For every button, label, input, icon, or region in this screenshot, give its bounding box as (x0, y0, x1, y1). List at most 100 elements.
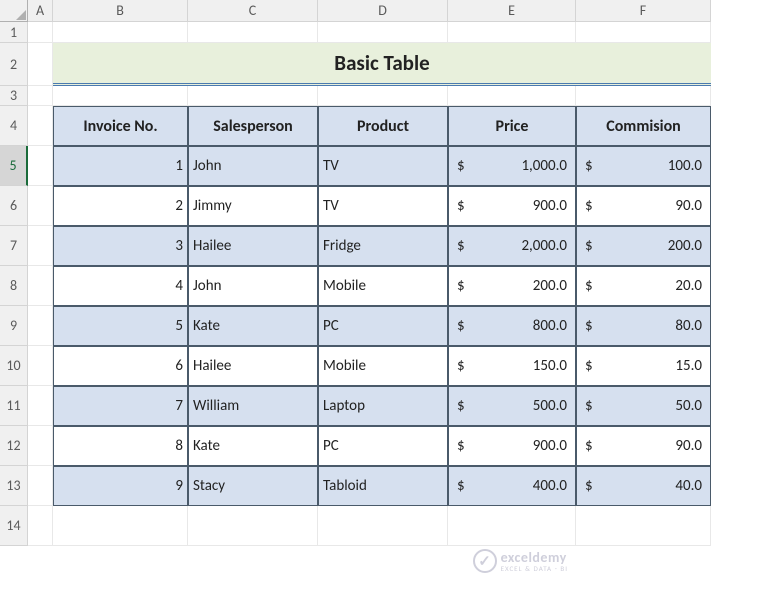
row-header-2[interactable]: 2 (0, 43, 28, 86)
row-header-11[interactable]: 11 (0, 386, 28, 426)
cell-commission[interactable]: $90.0 (576, 186, 711, 226)
cell-invoice[interactable]: 4 (53, 266, 188, 306)
cell-salesperson[interactable]: Kate (188, 426, 318, 466)
row-header-10[interactable]: 10 (0, 346, 28, 386)
empty-cell[interactable] (576, 506, 711, 546)
row-header-13[interactable]: 13 (0, 466, 28, 506)
empty-cell[interactable] (448, 86, 576, 106)
cell-commission[interactable]: $200.0 (576, 226, 711, 266)
cell-price[interactable]: $500.0 (448, 386, 576, 426)
row-header-7[interactable]: 7 (0, 226, 28, 266)
cell-A5[interactable] (28, 146, 53, 186)
cell-A4[interactable] (28, 106, 53, 146)
empty-cell[interactable] (448, 506, 576, 546)
select-all-corner[interactable] (0, 0, 28, 22)
cell-A2[interactable] (28, 43, 53, 86)
cell-product[interactable]: TV (318, 146, 448, 186)
cell-invoice[interactable]: 6 (53, 346, 188, 386)
table-header-salesperson[interactable]: Salesperson (188, 106, 318, 146)
cell-commission[interactable]: $90.0 (576, 426, 711, 466)
cell-A3[interactable] (28, 86, 53, 106)
empty-cell[interactable] (576, 22, 711, 43)
cell-invoice[interactable]: 8 (53, 426, 188, 466)
empty-cell[interactable] (188, 86, 318, 106)
empty-cell[interactable] (53, 86, 188, 106)
empty-cell[interactable] (53, 22, 188, 43)
table-header-invoice-no-[interactable]: Invoice No. (53, 106, 188, 146)
row-header-14[interactable]: 14 (0, 506, 28, 546)
cell-A11[interactable] (28, 386, 53, 426)
cell-salesperson[interactable]: Stacy (188, 466, 318, 506)
row-header-3[interactable]: 3 (0, 86, 28, 106)
row-header-12[interactable]: 12 (0, 426, 28, 466)
cell-invoice[interactable]: 1 (53, 146, 188, 186)
cell-invoice[interactable]: 3 (53, 226, 188, 266)
cell-invoice[interactable]: 5 (53, 306, 188, 346)
cell-product[interactable]: Mobile (318, 346, 448, 386)
row-header-4[interactable]: 4 (0, 106, 28, 146)
cell-price[interactable]: $200.0 (448, 266, 576, 306)
cell-A7[interactable] (28, 226, 53, 266)
cell-invoice[interactable]: 9 (53, 466, 188, 506)
cell-price[interactable]: $900.0 (448, 186, 576, 226)
empty-cell[interactable] (188, 506, 318, 546)
empty-cell[interactable] (576, 86, 711, 106)
cell-price[interactable]: $900.0 (448, 426, 576, 466)
cell-price[interactable]: $2,000.0 (448, 226, 576, 266)
column-header-E[interactable]: E (448, 0, 576, 22)
cell-salesperson[interactable]: William (188, 386, 318, 426)
cell-A6[interactable] (28, 186, 53, 226)
cell-salesperson[interactable]: John (188, 266, 318, 306)
cell-commission[interactable]: $50.0 (576, 386, 711, 426)
cell-commission[interactable]: $15.0 (576, 346, 711, 386)
cell-A9[interactable] (28, 306, 53, 346)
column-header-C[interactable]: C (188, 0, 318, 22)
cell-commission[interactable]: $40.0 (576, 466, 711, 506)
cell-price[interactable]: $800.0 (448, 306, 576, 346)
cell-product[interactable]: Fridge (318, 226, 448, 266)
cell-commission[interactable]: $100.0 (576, 146, 711, 186)
cell-product[interactable]: PC (318, 426, 448, 466)
empty-cell[interactable] (448, 22, 576, 43)
empty-cell[interactable] (318, 506, 448, 546)
cell-A8[interactable] (28, 266, 53, 306)
column-header-D[interactable]: D (318, 0, 448, 22)
cell-A14[interactable] (28, 506, 53, 546)
cell-invoice[interactable]: 2 (53, 186, 188, 226)
cell-product[interactable]: TV (318, 186, 448, 226)
cell-salesperson[interactable]: Hailee (188, 226, 318, 266)
table-header-product[interactable]: Product (318, 106, 448, 146)
row-header-8[interactable]: 8 (0, 266, 28, 306)
cell-price[interactable]: $1,000.0 (448, 146, 576, 186)
empty-cell[interactable] (188, 22, 318, 43)
cell-commission[interactable]: $80.0 (576, 306, 711, 346)
cell-A12[interactable] (28, 426, 53, 466)
cell-product[interactable]: Tabloid (318, 466, 448, 506)
table-header-commision[interactable]: Commision (576, 106, 711, 146)
cell-product[interactable]: PC (318, 306, 448, 346)
row-header-1[interactable]: 1 (0, 22, 28, 43)
cell-commission[interactable]: $20.0 (576, 266, 711, 306)
cell-price[interactable]: $150.0 (448, 346, 576, 386)
empty-cell[interactable] (318, 86, 448, 106)
row-header-5[interactable]: 5 (0, 146, 28, 186)
column-header-F[interactable]: F (576, 0, 711, 22)
cell-invoice[interactable]: 7 (53, 386, 188, 426)
cell-salesperson[interactable]: John (188, 146, 318, 186)
cell-A10[interactable] (28, 346, 53, 386)
row-header-6[interactable]: 6 (0, 186, 28, 226)
cell-A1[interactable] (28, 22, 53, 43)
empty-cell[interactable] (53, 506, 188, 546)
empty-cell[interactable] (318, 22, 448, 43)
column-header-A[interactable]: A (28, 0, 53, 22)
column-header-B[interactable]: B (53, 0, 188, 22)
cell-salesperson[interactable]: Kate (188, 306, 318, 346)
cell-product[interactable]: Mobile (318, 266, 448, 306)
cell-product[interactable]: Laptop (318, 386, 448, 426)
table-header-price[interactable]: Price (448, 106, 576, 146)
cell-A13[interactable] (28, 466, 53, 506)
cell-price[interactable]: $400.0 (448, 466, 576, 506)
cell-salesperson[interactable]: Jimmy (188, 186, 318, 226)
row-header-9[interactable]: 9 (0, 306, 28, 346)
cell-salesperson[interactable]: Hailee (188, 346, 318, 386)
